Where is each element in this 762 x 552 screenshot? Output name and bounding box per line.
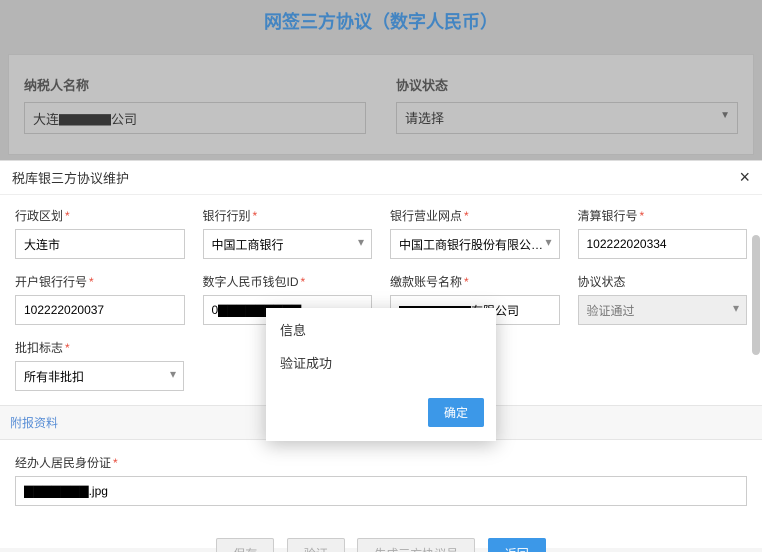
- proto-status-select: [578, 295, 748, 325]
- bank-branch-select[interactable]: [390, 229, 560, 259]
- region-label: 行政区划*: [15, 207, 185, 224]
- batch-flag-select[interactable]: [15, 361, 184, 391]
- id-card-label: 经办人居民身份证*: [15, 454, 747, 471]
- scrollbar[interactable]: [752, 235, 760, 355]
- wallet-id-label: 数字人民币钱包ID*: [203, 273, 373, 290]
- region-input[interactable]: [15, 229, 185, 259]
- clear-no-input[interactable]: [578, 229, 748, 259]
- verify-button[interactable]: 验证: [287, 538, 345, 552]
- account-name-label: 缴款账号名称*: [390, 273, 560, 290]
- popup-ok-button[interactable]: 确定: [428, 398, 484, 427]
- clear-no-label: 清算银行号*: [578, 207, 748, 224]
- bank-type-select[interactable]: [203, 229, 373, 259]
- id-card-file-input[interactable]: [15, 476, 747, 506]
- open-bank-no-label: 开户银行行号*: [15, 273, 185, 290]
- save-button[interactable]: 保存: [216, 538, 274, 552]
- generate-number-button[interactable]: 生成三方协议号: [357, 538, 475, 552]
- open-bank-no-input[interactable]: [15, 295, 185, 325]
- back-button[interactable]: 返回: [488, 538, 546, 552]
- popup-message: 验证成功: [266, 347, 496, 390]
- bank-branch-label: 银行营业网点*: [390, 207, 560, 224]
- proto-status-label: 协议状态: [578, 273, 748, 290]
- popup-title: 信息: [266, 308, 496, 347]
- bank-type-label: 银行行别*: [203, 207, 373, 224]
- modal-title: 税库银三方协议维护: [12, 168, 129, 187]
- close-icon[interactable]: ×: [739, 167, 750, 188]
- info-popup: 信息 验证成功 确定: [266, 308, 496, 441]
- batch-flag-label: 批扣标志*: [15, 339, 184, 356]
